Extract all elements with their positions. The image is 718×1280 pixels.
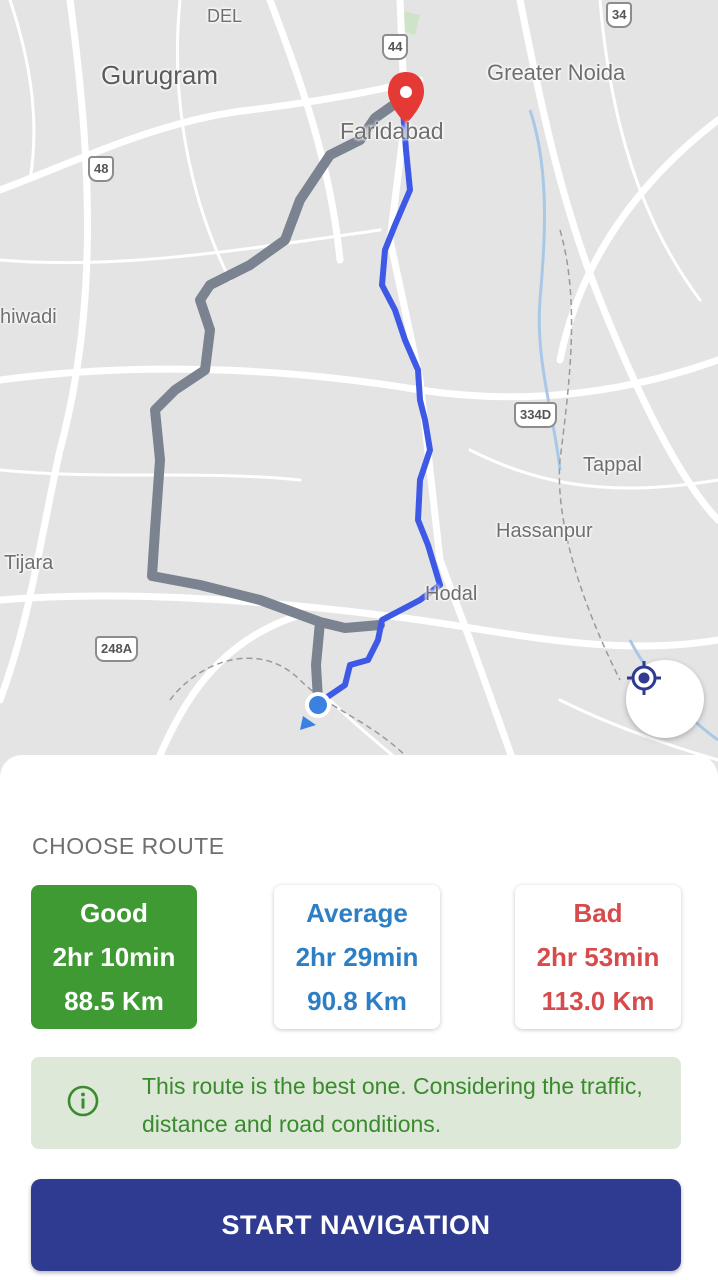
route-time: 2hr 10min xyxy=(52,942,176,972)
route-info-banner: This route is the best one. Considering … xyxy=(31,1057,681,1149)
map-label-gurugram: Gurugram xyxy=(101,60,219,90)
highway-shield-34: 34 xyxy=(606,2,633,28)
route-distance: 88.5 Km xyxy=(64,986,164,1016)
highway-shield-248a: 248A xyxy=(95,636,139,662)
info-circle-icon xyxy=(67,1085,99,1117)
map-label-hassanpur: Hassanpur xyxy=(496,520,593,542)
route-label: Bad xyxy=(573,898,623,928)
map-label-del: DEL xyxy=(207,6,243,26)
highway-shield-334d: 334D xyxy=(514,402,558,428)
my-location-button[interactable] xyxy=(626,660,704,738)
highway-shield-44: 44 xyxy=(382,34,409,60)
route-label: Good xyxy=(80,898,148,928)
highway-shield-48: 48 xyxy=(88,156,115,182)
route-option-good[interactable]: Good 2hr 10min 88.5 Km xyxy=(31,885,197,1029)
route-option-average[interactable]: Average 2hr 29min 90.8 Km xyxy=(274,885,440,1029)
route-label: Average xyxy=(306,898,408,928)
route-distance: 113.0 Km xyxy=(541,986,655,1016)
crosshair-icon xyxy=(627,661,661,695)
map-label-greater-noida: Greater Noida xyxy=(487,60,626,85)
route-time: 2hr 53min xyxy=(536,942,660,972)
map-label-hodal: Hodal xyxy=(425,583,478,605)
start-navigation-button[interactable]: START NAVIGATION xyxy=(31,1179,681,1271)
map-label-tijara: Tijara xyxy=(4,552,54,574)
route-option-bad[interactable]: Bad 2hr 53min 113.0 Km xyxy=(515,885,681,1029)
map-label-bhiwadi: hiwadi xyxy=(0,306,57,328)
current-location-icon xyxy=(300,692,331,730)
map-canvas xyxy=(0,0,718,780)
route-time: 2hr 29min xyxy=(295,942,419,972)
route-distance: 90.8 Km xyxy=(307,986,407,1016)
route-bottom-sheet: CHOOSE ROUTE Good 2hr 10min 88.5 Km Aver… xyxy=(0,755,718,1280)
route-info-text: This route is the best one. Considering … xyxy=(142,1073,643,1137)
map-label-tappal: Tappal xyxy=(583,454,642,476)
map-view[interactable]: DEL Gurugram Greater Noida Faridabad hiw… xyxy=(0,0,718,780)
choose-route-title: CHOOSE ROUTE xyxy=(32,833,225,859)
destination-pin-icon xyxy=(388,72,424,124)
map-label-faridabad: Faridabad xyxy=(340,118,444,144)
